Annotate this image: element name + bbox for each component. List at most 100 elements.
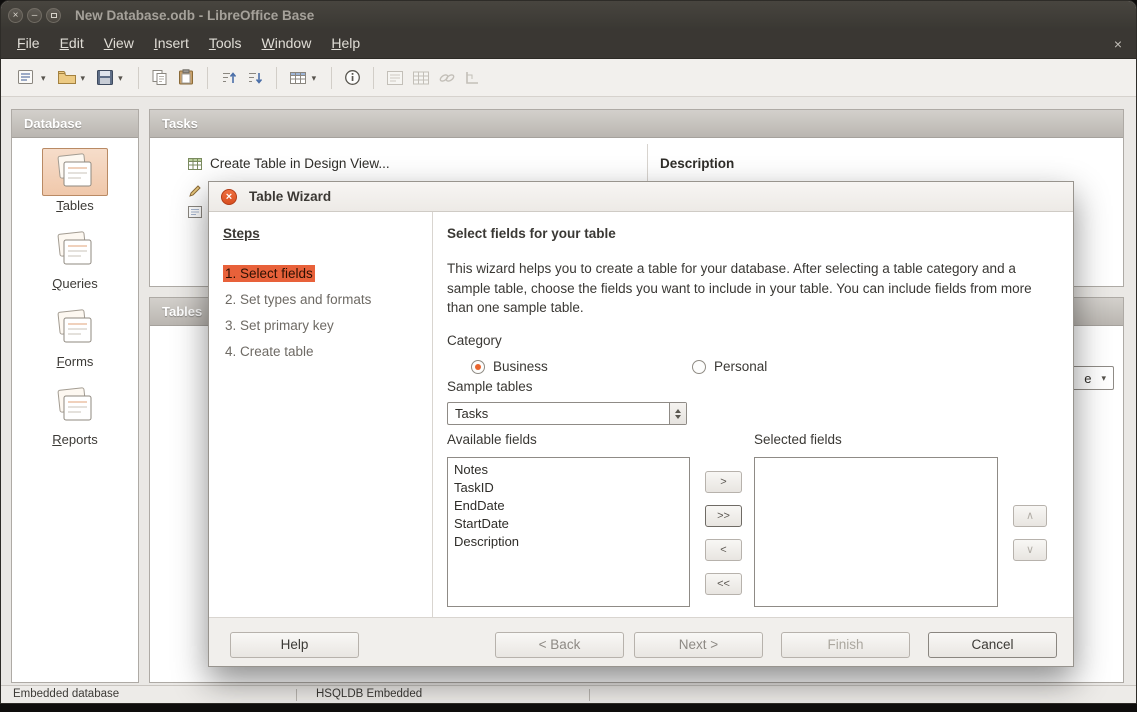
- wizard-step-primary-key[interactable]: 3. Set primary key: [223, 317, 418, 334]
- wizard-steps-panel: Steps 1. Select fields 2. Set types and …: [209, 212, 433, 617]
- help-button[interactable]: Help: [230, 632, 359, 658]
- radio-personal-button[interactable]: [692, 360, 706, 374]
- wizard-step-select-fields[interactable]: 1. Select fields: [223, 265, 418, 282]
- sort-ascending-icon[interactable]: [216, 66, 242, 90]
- status-engine: HSQLDB Embedded: [316, 688, 422, 700]
- sidebar-item-label: Forms: [57, 354, 94, 369]
- selected-fields-listbox[interactable]: [754, 457, 998, 607]
- reports-icon: [42, 382, 108, 430]
- list-item[interactable]: Notes: [448, 461, 689, 479]
- wizard-content: Select fields for your table This wizard…: [434, 212, 1073, 617]
- window-controls: × –: [8, 8, 61, 23]
- window-maximize-button[interactable]: [46, 8, 61, 23]
- open-document-dropdown-caret[interactable]: ▾: [81, 71, 89, 84]
- dialog-body: Steps 1. Select fields 2. Set types and …: [209, 212, 1073, 617]
- relationships-icon: [460, 66, 484, 90]
- cancel-button[interactable]: Cancel: [928, 632, 1057, 658]
- move-up-button[interactable]: ∧: [1013, 505, 1047, 527]
- window-title: New Database.odb - LibreOffice Base: [75, 8, 314, 23]
- view-form-icon[interactable]: [188, 205, 202, 223]
- form-icon: [382, 66, 408, 90]
- radio-business[interactable]: Business: [471, 359, 548, 374]
- dialog-footer: Help < Back Next > Finish Cancel: [209, 617, 1073, 666]
- window-close-button[interactable]: ×: [8, 8, 23, 23]
- hyperlink-icon: [434, 66, 460, 90]
- finish-button[interactable]: Finish: [781, 632, 910, 658]
- sidebar-item-tables[interactable]: Tables: [12, 148, 138, 213]
- status-separator: [589, 689, 590, 701]
- list-item[interactable]: StartDate: [448, 515, 689, 533]
- available-fields-listbox[interactable]: Notes TaskID EndDate StartDate Descripti…: [447, 457, 690, 607]
- menubar-close-icon[interactable]: ×: [1106, 36, 1130, 52]
- queries-icon: [42, 226, 108, 274]
- tasks-header: Tasks: [150, 110, 1123, 138]
- database-sidebar: Database Tables Queries Forms Reports: [11, 109, 139, 683]
- sidebar-items: Tables Queries Forms Reports: [12, 138, 138, 447]
- task-create-table-design-view[interactable]: Create Table in Design View...: [188, 156, 390, 171]
- wizard-pencil-icon[interactable]: [188, 184, 202, 203]
- wizard-description: This wizard helps you to create a table …: [447, 259, 1059, 318]
- move-all-right-button[interactable]: >>: [705, 505, 742, 527]
- new-document-dropdown-caret[interactable]: ▾: [41, 71, 49, 84]
- move-right-button[interactable]: >: [705, 471, 742, 493]
- next-button[interactable]: Next >: [634, 632, 763, 658]
- sidebar-header: Database: [12, 110, 138, 138]
- down-arrow-icon: [675, 415, 681, 419]
- back-button[interactable]: < Back: [495, 632, 624, 658]
- sidebar-item-label: Tables: [56, 198, 94, 213]
- table-wizard-dialog: × Table Wizard Steps 1. Select fields 2.…: [208, 181, 1074, 667]
- tables-title: Tables: [162, 304, 202, 319]
- menu-tools[interactable]: Tools: [199, 29, 252, 58]
- dialog-close-button[interactable]: ×: [221, 189, 237, 205]
- sample-tables-dropdown[interactable]: Tasks: [447, 402, 687, 425]
- steps-heading: Steps: [223, 226, 418, 241]
- available-fields-label: Available fields: [447, 432, 537, 447]
- up-arrow-icon: [675, 409, 681, 413]
- move-left-button[interactable]: <: [705, 539, 742, 561]
- wizard-step-create-table[interactable]: 4. Create table: [223, 343, 418, 360]
- sidebar-item-reports[interactable]: Reports: [12, 382, 138, 447]
- new-document-icon[interactable]: [13, 65, 41, 90]
- sidebar-item-forms[interactable]: Forms: [12, 304, 138, 369]
- menu-window[interactable]: Window: [252, 29, 322, 58]
- move-all-left-button[interactable]: <<: [705, 573, 742, 595]
- maximize-icon: [51, 13, 57, 18]
- new-table-dropdown-caret[interactable]: ▾: [312, 71, 320, 84]
- sidebar-item-queries[interactable]: Queries: [12, 226, 138, 291]
- copy-icon[interactable]: [147, 65, 173, 90]
- open-document-icon[interactable]: [53, 65, 81, 90]
- menu-view[interactable]: View: [94, 29, 144, 58]
- wizard-step-set-types[interactable]: 2. Set types and formats: [223, 291, 418, 308]
- sort-descending-icon[interactable]: [242, 66, 268, 90]
- sidebar-item-label: Queries: [52, 276, 98, 291]
- sample-tables-label: Sample tables: [447, 379, 533, 394]
- window-minimize-button[interactable]: –: [27, 8, 42, 23]
- paste-icon[interactable]: [173, 65, 199, 90]
- toolbar-separator: [207, 67, 208, 89]
- menu-insert[interactable]: Insert: [144, 29, 199, 58]
- tasks-title: Tasks: [162, 116, 198, 131]
- dialog-titlebar[interactable]: × Table Wizard: [209, 182, 1073, 212]
- statusbar: Embedded database HSQLDB Embedded: [1, 685, 1136, 703]
- new-table-icon[interactable]: [285, 66, 312, 90]
- page-title: Select fields for your table: [447, 226, 616, 241]
- sample-tables-value: Tasks: [448, 406, 669, 421]
- titlebar[interactable]: × – New Database.odb - LibreOffice Base: [1, 1, 1136, 29]
- radio-business-button[interactable]: [471, 360, 485, 374]
- dropdown-stepper[interactable]: [669, 403, 686, 424]
- menu-help[interactable]: Help: [321, 29, 370, 58]
- radio-business-label: Business: [493, 359, 548, 374]
- move-down-button[interactable]: ∨: [1013, 539, 1047, 561]
- radio-personal-label: Personal: [714, 359, 767, 374]
- list-item[interactable]: EndDate: [448, 497, 689, 515]
- list-item[interactable]: Description: [448, 533, 689, 551]
- save-icon[interactable]: [92, 65, 118, 90]
- database-properties-icon[interactable]: [340, 65, 365, 90]
- radio-personal[interactable]: Personal: [692, 359, 767, 374]
- menu-edit[interactable]: Edit: [50, 29, 94, 58]
- list-item[interactable]: TaskID: [448, 479, 689, 497]
- tables-icon: [42, 148, 108, 196]
- selected-fields-label: Selected fields: [754, 432, 842, 447]
- menu-file[interactable]: File: [7, 29, 50, 58]
- save-dropdown-caret[interactable]: ▾: [118, 71, 126, 84]
